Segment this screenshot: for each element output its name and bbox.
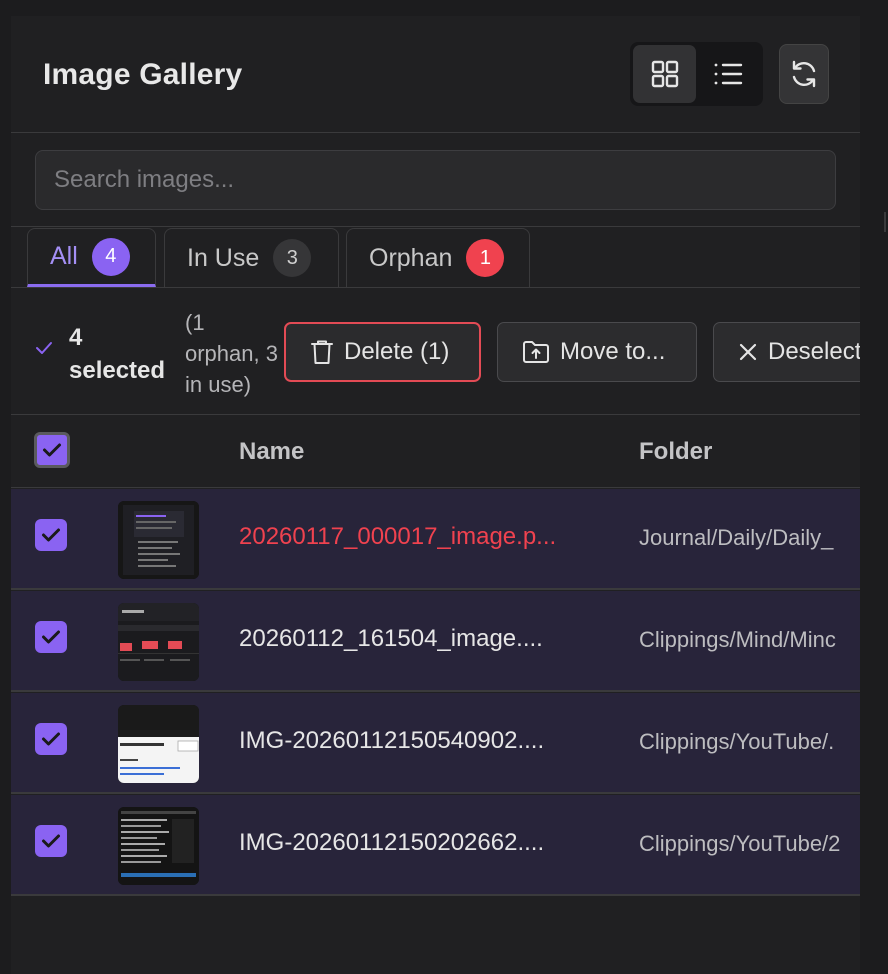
list-view-button[interactable] <box>696 45 759 103</box>
refresh-icon <box>792 60 816 88</box>
selected-count: 4 selected <box>69 324 166 384</box>
page-title: Image Gallery <box>43 58 243 91</box>
tab-label: All <box>50 242 78 270</box>
file-name: IMG-20260112150540902.... <box>239 727 545 754</box>
table-header: Name Folder <box>11 416 860 488</box>
column-header-name[interactable]: Name <box>239 438 304 466</box>
filter-tabs: All 4 In Use 3 Orphan 1 <box>11 228 860 288</box>
select-all-checkbox[interactable] <box>34 432 70 468</box>
count-badge: 4 <box>91 237 130 276</box>
check-icon <box>42 528 60 542</box>
table-row[interactable]: IMG-20260112150540902.... Clippings/YouT… <box>11 693 860 794</box>
image-thumbnail[interactable] <box>118 603 199 681</box>
row-checkbox[interactable] <box>35 825 67 857</box>
delete-button[interactable]: Delete (1) <box>284 322 481 382</box>
selection-bar: 4 selected (1 orphan, 3 in use) Delete (… <box>11 289 860 415</box>
row-checkbox[interactable] <box>35 519 67 551</box>
tab-in-use[interactable]: In Use 3 <box>164 228 339 287</box>
file-name: 20260112_161504_image.... <box>239 625 543 652</box>
image-thumbnail[interactable] <box>118 705 199 783</box>
image-thumbnail[interactable] <box>118 807 199 885</box>
empty-area <box>11 896 860 974</box>
grid-icon <box>651 60 678 88</box>
move-label: Move to... <box>560 338 666 365</box>
table-row[interactable]: 20260112_161504_image.... Clippings/Mind… <box>11 591 860 692</box>
selection-detail: (1 orphan, 3 in use) <box>185 310 278 397</box>
tab-label: Orphan <box>369 243 453 272</box>
column-header-folder[interactable]: Folder <box>639 438 712 466</box>
search-input[interactable] <box>35 150 836 210</box>
check-icon <box>43 443 61 457</box>
row-checkbox[interactable] <box>35 621 67 653</box>
row-checkbox[interactable] <box>35 723 67 755</box>
deselect-label: Deselect <box>768 338 860 365</box>
check-icon <box>42 630 60 644</box>
deselect-button[interactable]: Deselect <box>713 322 860 382</box>
tab-orphan[interactable]: Orphan 1 <box>346 228 530 287</box>
resize-handle[interactable] <box>884 212 886 232</box>
table-row[interactable]: 20260117_000017_image.p... Journal/Daily… <box>11 489 860 590</box>
folder-upload-icon <box>523 341 549 363</box>
image-gallery-panel: Image Gallery Search images... All 4 In … <box>11 16 860 974</box>
folder-path: Clippings/Mind/Minc <box>639 627 836 652</box>
file-name: IMG-20260112150202662.... <box>239 829 545 856</box>
image-thumbnail[interactable] <box>118 501 199 579</box>
folder-path: Journal/Daily/Daily_ <box>639 525 834 550</box>
tab-all[interactable]: All 4 <box>27 228 156 287</box>
search-section <box>11 134 860 227</box>
move-to-button[interactable]: Move to... <box>497 322 697 382</box>
gallery-header: Image Gallery <box>11 16 860 133</box>
delete-label: Delete (1) <box>344 338 450 365</box>
refresh-button[interactable] <box>779 44 829 104</box>
right-edge <box>860 16 888 974</box>
tab-label: In Use <box>187 243 260 272</box>
check-icon <box>36 342 52 354</box>
count-badge: 1 <box>466 239 505 277</box>
trash-icon <box>311 340 333 364</box>
table-row[interactable]: IMG-20260112150202662.... Clippings/YouT… <box>11 795 860 896</box>
check-icon <box>42 732 60 746</box>
check-icon <box>42 834 60 848</box>
folder-path: Clippings/YouTube/. <box>639 729 835 754</box>
list-icon <box>714 63 742 85</box>
view-toggle <box>630 42 763 106</box>
count-badge: 3 <box>273 239 312 277</box>
file-name: 20260117_000017_image.p... <box>239 523 557 550</box>
close-icon <box>739 343 757 361</box>
grid-view-button[interactable] <box>633 45 696 103</box>
folder-path: Clippings/YouTube/2 <box>639 831 841 856</box>
